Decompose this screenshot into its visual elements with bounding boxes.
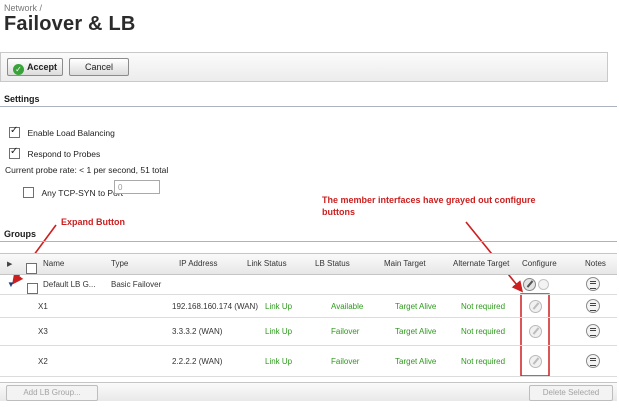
- group-type: Basic Failover: [111, 280, 162, 289]
- member-ip: 3.3.3.2 (WAN): [172, 327, 223, 336]
- member-alternate-target: Not required: [461, 327, 506, 336]
- column-header-link-status[interactable]: Link Status: [247, 259, 287, 268]
- member-ip: 2.2.2.2 (WAN): [172, 357, 223, 366]
- column-header-lb-status[interactable]: LB Status: [315, 259, 350, 268]
- column-header-name[interactable]: Name: [43, 259, 64, 268]
- column-header-configure[interactable]: Configure: [522, 259, 557, 268]
- expand-triangle-icon[interactable]: ▼: [7, 280, 15, 289]
- table-row[interactable]: X2 2.2.2.2 (WAN) Link Up Failover Target…: [0, 346, 617, 377]
- member-lb-status: Available: [331, 302, 364, 311]
- notes-icon[interactable]: [586, 354, 600, 368]
- select-all-checkbox[interactable]: [26, 263, 37, 274]
- groups-divider: [0, 241, 617, 242]
- member-main-target: Target Alive: [395, 357, 437, 366]
- configure-disabled-icon: [529, 300, 542, 313]
- notes-icon[interactable]: [586, 299, 600, 313]
- member-main-target: Target Alive: [395, 327, 437, 336]
- column-header-type[interactable]: Type: [111, 259, 128, 268]
- member-name: X2: [38, 357, 48, 366]
- member-alternate-target: Not required: [461, 302, 506, 311]
- column-header-notes[interactable]: Notes: [585, 259, 606, 268]
- member-ip: 192.168.160.174 (WAN): [172, 302, 258, 311]
- member-main-target: Target Alive: [395, 302, 437, 311]
- member-name: X1: [38, 302, 48, 311]
- member-link-status: Link Up: [265, 357, 293, 366]
- member-link-status: Link Up: [265, 327, 293, 336]
- add-lb-group-button[interactable]: Add LB Group...: [6, 385, 98, 401]
- configure-disabled-icon: [529, 325, 542, 338]
- groups-table-header: ▶ Name Type IP Address Link Status LB St…: [0, 253, 617, 275]
- member-name: X3: [38, 327, 48, 336]
- member-link-status: Link Up: [265, 302, 293, 311]
- configure-icon[interactable]: [523, 278, 536, 291]
- delete-icon[interactable]: [538, 279, 549, 290]
- column-header-alternate-target[interactable]: Alternate Target: [453, 259, 509, 268]
- member-lb-status: Failover: [331, 327, 360, 336]
- notes-icon[interactable]: [586, 277, 600, 291]
- column-header-main-target[interactable]: Main Target: [384, 259, 426, 268]
- groups-section-title: Groups: [4, 229, 37, 239]
- member-lb-status: Failover: [331, 357, 360, 366]
- group-name: Default LB G...: [43, 280, 96, 289]
- member-alternate-target: Not required: [461, 357, 506, 366]
- expand-all-triangle-icon[interactable]: ▶: [7, 260, 12, 268]
- group-row-checkbox[interactable]: [27, 283, 38, 294]
- column-header-ip-address[interactable]: IP Address: [179, 259, 218, 268]
- configure-disabled-icon: [529, 355, 542, 368]
- groups-table-footer: Add LB Group... Delete Selected: [0, 382, 617, 401]
- table-row-group[interactable]: ▼ Default LB G... Basic Failover: [0, 274, 617, 295]
- delete-selected-button[interactable]: Delete Selected: [529, 385, 613, 401]
- table-row[interactable]: X3 3.3.3.2 (WAN) Link Up Failover Target…: [0, 318, 617, 346]
- notes-icon[interactable]: [586, 324, 600, 338]
- table-row[interactable]: X1 192.168.160.174 (WAN) Link Up Availab…: [0, 295, 617, 318]
